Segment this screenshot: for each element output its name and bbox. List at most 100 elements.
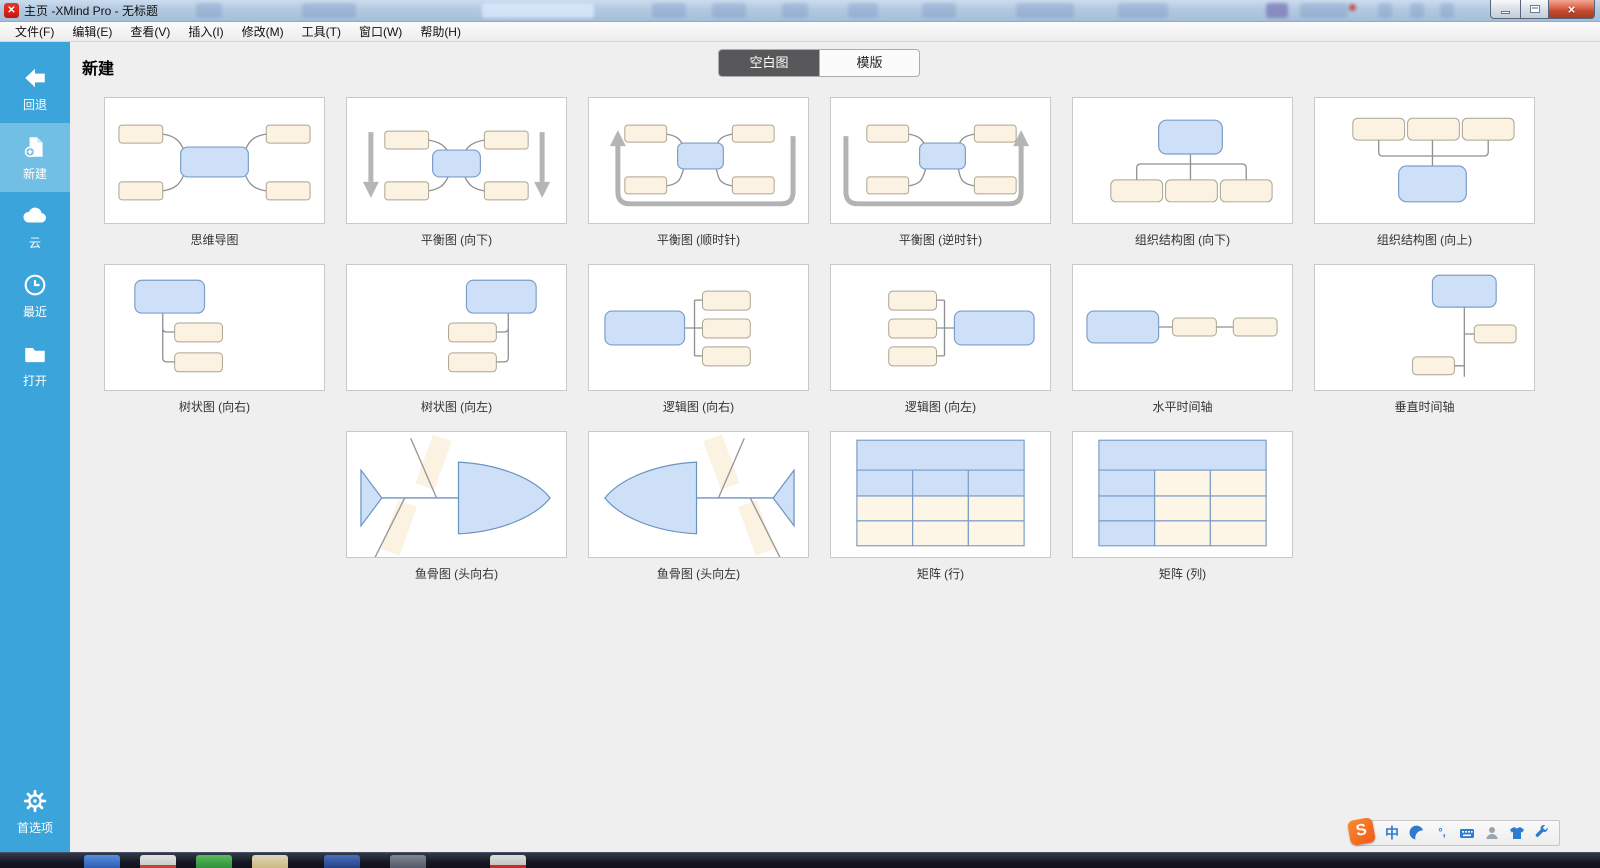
sidebar-item-label: 打开: [23, 372, 47, 389]
template-label: 鱼骨图 (头向右): [346, 565, 567, 582]
maximize-button[interactable]: [1520, 0, 1549, 19]
fishbone-head-left-thumbnail: [589, 432, 808, 557]
menu-file[interactable]: 文件(F): [6, 22, 63, 42]
balance-clockwise-thumbnail: [589, 98, 808, 223]
skin-icon[interactable]: [1508, 824, 1526, 842]
balance-counterclockwise-thumbnail: [831, 98, 1050, 223]
maximize-icon: [1530, 5, 1540, 13]
template-card-tree-right[interactable]: 树状图 (向右): [104, 264, 325, 415]
titlebar-ghost-artifact: [1349, 4, 1356, 11]
titlebar: 主页 -XMind Pro - 无标题 ×: [0, 0, 1600, 22]
punctuation-icon[interactable]: °,: [1433, 824, 1451, 842]
account-icon[interactable]: [1483, 824, 1501, 842]
menu-window[interactable]: 窗口(W): [350, 22, 411, 42]
settings-wrench-icon[interactable]: [1533, 824, 1551, 842]
template-label: 平衡图 (顺时针): [588, 231, 809, 248]
template-label: 平衡图 (向下): [346, 231, 567, 248]
template-card-org-chart-up[interactable]: 组织结构图 (向上): [1314, 97, 1535, 248]
main-area: 回退 新建 云 最近: [0, 42, 1600, 852]
sidebar-item-open[interactable]: 打开: [0, 330, 70, 399]
sidebar-item-preferences[interactable]: 首选项: [0, 777, 70, 846]
template-label: 鱼骨图 (头向左): [588, 565, 809, 582]
sidebar-item-recent[interactable]: 最近: [0, 261, 70, 330]
menu-tools[interactable]: 工具(T): [293, 22, 350, 42]
menu-view[interactable]: 查看(V): [121, 22, 179, 42]
template-label: 逻辑图 (向右): [588, 398, 809, 415]
template-card-logic-left[interactable]: 逻辑图 (向左): [830, 264, 1051, 415]
half-full-width-moon-icon[interactable]: [1408, 824, 1426, 842]
logic-left-thumbnail: [831, 265, 1050, 390]
sogou-logo-icon[interactable]: S: [1347, 817, 1376, 846]
taskbar[interactable]: [0, 852, 1600, 868]
sidebar-item-cloud[interactable]: 云: [0, 192, 70, 261]
template-label: 思维导图: [104, 231, 325, 248]
template-label: 矩阵 (行): [830, 565, 1051, 582]
template-card-vertical-timeline[interactable]: 垂直时间轴: [1314, 264, 1535, 415]
template-label: 树状图 (向左): [346, 398, 567, 415]
sidebar-item-new[interactable]: 新建: [0, 123, 70, 192]
template-card-fishbone-head-right[interactable]: 鱼骨图 (头向右): [346, 431, 567, 582]
xmind-logo-icon: [4, 3, 19, 18]
taskbar-app-icon[interactable]: [196, 855, 232, 868]
window-controls: ×: [1490, 0, 1595, 19]
sidebar-item-label: 云: [29, 234, 41, 251]
taskbar-app-icon[interactable]: [252, 855, 288, 868]
template-card-balance-counterclockwise[interactable]: 平衡图 (逆时针): [830, 97, 1051, 248]
template-label: 水平时间轴: [1072, 398, 1293, 415]
template-card-tree-left[interactable]: 树状图 (向左): [346, 264, 567, 415]
template-card-mind-map[interactable]: 思维导图: [104, 97, 325, 248]
titlebar-ghost-artifact: [196, 3, 222, 18]
template-card-balance-clockwise[interactable]: 平衡图 (顺时针): [588, 97, 809, 248]
sidebar-item-back[interactable]: 回退: [0, 54, 70, 123]
titlebar-ghost-artifact: [848, 3, 878, 18]
titlebar-ghost-artifact: [1378, 3, 1392, 18]
tree-right-thumbnail: [105, 265, 324, 390]
matrix-column-thumbnail: [1073, 432, 1292, 557]
folder-icon: [22, 341, 48, 367]
org-chart-up-thumbnail: [1315, 98, 1534, 223]
menu-edit[interactable]: 编辑(E): [63, 22, 121, 42]
titlebar-ghost-artifact: [1266, 3, 1288, 18]
vertical-timeline-thumbnail: [1315, 265, 1534, 390]
taskbar-app-icon[interactable]: [490, 855, 526, 868]
titlebar-ghost-artifact: [712, 3, 746, 18]
template-card-org-chart-down[interactable]: 组织结构图 (向下): [1072, 97, 1293, 248]
content-header: 新建 空白图 模版: [70, 42, 1600, 97]
taskbar-app-icon[interactable]: [84, 855, 120, 868]
new-document-icon: [22, 134, 48, 160]
chinese-mode-icon[interactable]: 中: [1383, 824, 1401, 842]
taskbar-app-icon[interactable]: [324, 855, 360, 868]
template-label: 逻辑图 (向左): [830, 398, 1051, 415]
close-button[interactable]: ×: [1549, 0, 1595, 19]
template-label: 组织结构图 (向下): [1072, 231, 1293, 248]
minimize-button[interactable]: [1490, 0, 1520, 19]
menu-help[interactable]: 帮助(H): [411, 22, 470, 42]
template-card-matrix-column[interactable]: 矩阵 (列): [1072, 431, 1293, 582]
template-grid: 思维导图 平衡图 (向下): [104, 97, 1600, 582]
menu-modify[interactable]: 修改(M): [233, 22, 293, 42]
tab-blank-maps[interactable]: 空白图: [719, 50, 819, 76]
back-arrow-icon: [22, 65, 48, 91]
template-card-horizontal-timeline[interactable]: 水平时间轴: [1072, 264, 1293, 415]
template-label: 矩阵 (列): [1072, 565, 1293, 582]
menu-insert[interactable]: 插入(I): [179, 22, 232, 42]
template-label: 垂直时间轴: [1314, 398, 1535, 415]
tab-templates[interactable]: 模版: [819, 50, 919, 76]
soft-keyboard-icon[interactable]: [1458, 824, 1476, 842]
titlebar-ghost-artifact: [652, 3, 686, 18]
titlebar-ghost-artifact: [1016, 3, 1074, 18]
template-card-balance-down[interactable]: 平衡图 (向下): [346, 97, 567, 248]
taskbar-app-icon[interactable]: [140, 855, 176, 868]
template-card-fishbone-head-left[interactable]: 鱼骨图 (头向左): [588, 431, 809, 582]
titlebar-ghost-artifact: [782, 3, 808, 18]
template-card-logic-right[interactable]: 逻辑图 (向右): [588, 264, 809, 415]
titlebar-ghost-artifact: [1440, 3, 1454, 18]
template-card-matrix-row[interactable]: 矩阵 (行): [830, 431, 1051, 582]
titlebar-ghost-artifact: [1300, 3, 1348, 18]
ime-toolbar: S 中 °,: [1356, 820, 1560, 846]
taskbar-app-icon[interactable]: [390, 855, 426, 868]
titlebar-ghost-artifact: [302, 3, 356, 18]
cloud-icon: [22, 203, 48, 229]
view-tabs: 空白图 模版: [718, 49, 920, 77]
sidebar: 回退 新建 云 最近: [0, 42, 70, 852]
